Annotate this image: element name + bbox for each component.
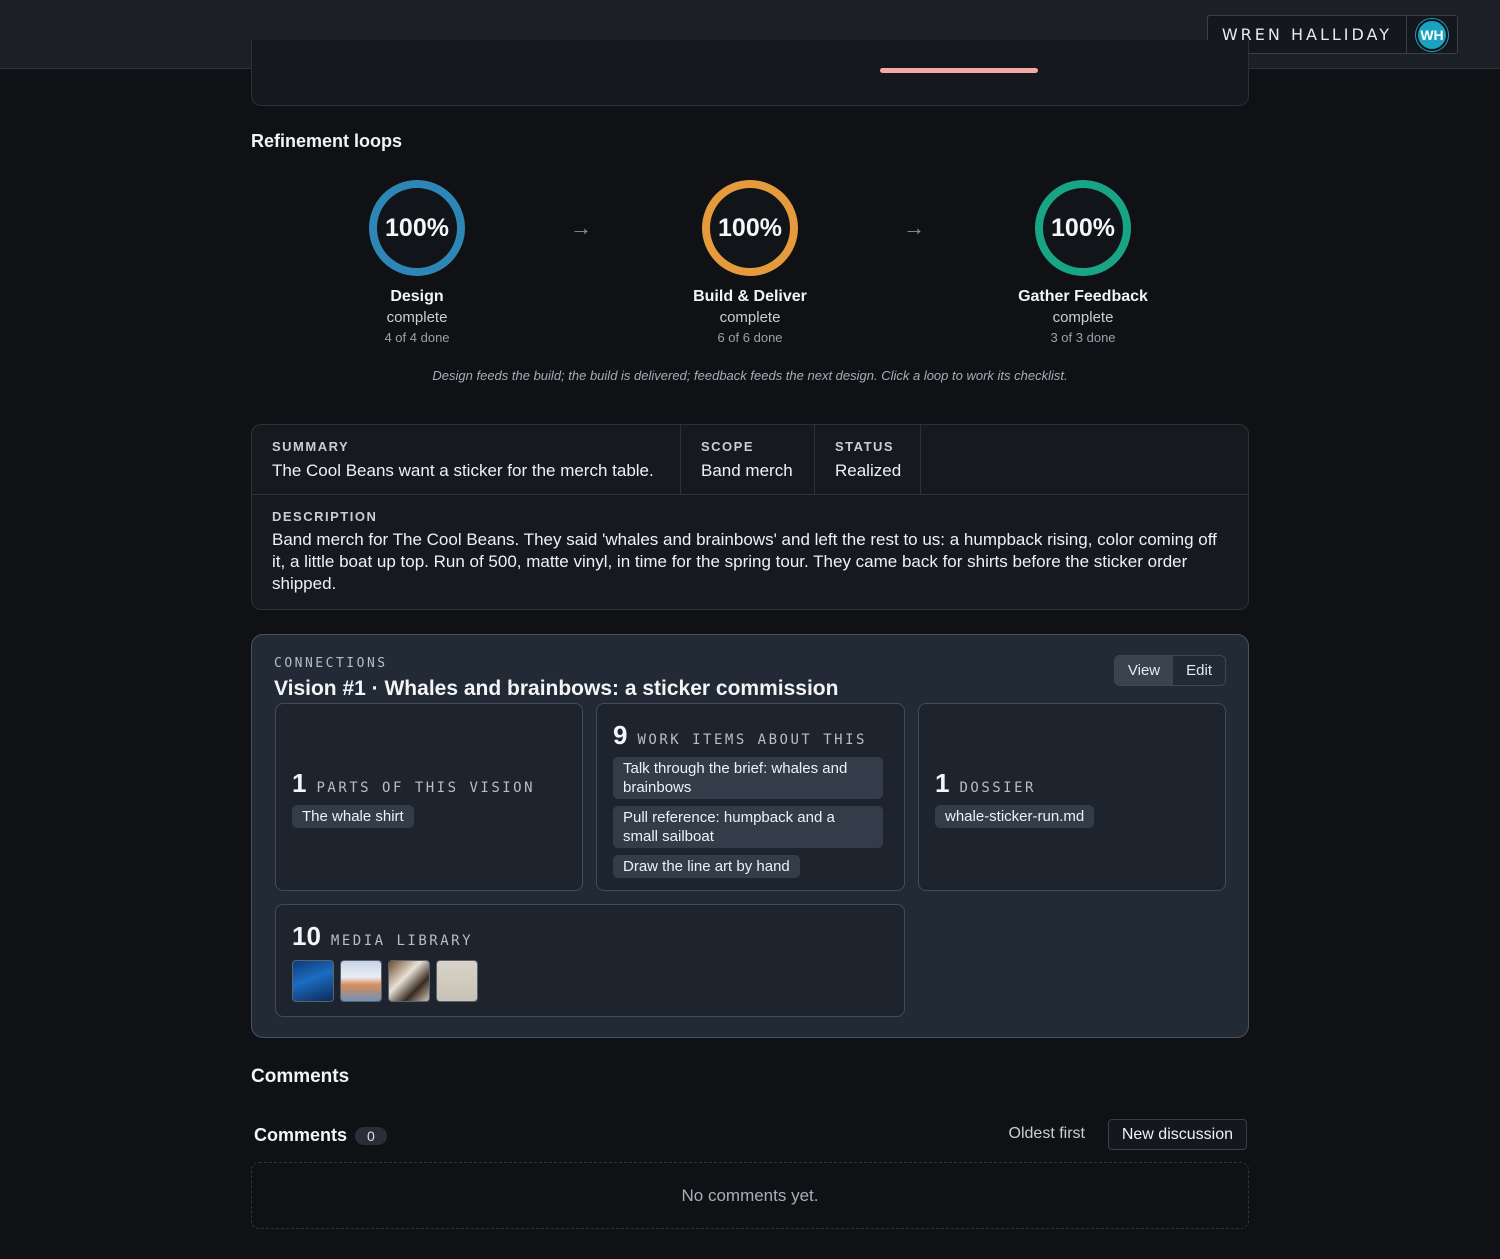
- media-thumbnail[interactable]: [340, 960, 382, 1002]
- vision-title: Vision #1 · Whales and brainbows: a stic…: [274, 677, 839, 700]
- tile-header: 1 PARTS OF THIS VISION: [292, 768, 566, 799]
- work-items-tile[interactable]: 9 WORK ITEMS ABOUT THIS Talk through the…: [596, 703, 905, 891]
- edit-button[interactable]: Edit: [1173, 656, 1225, 685]
- view-button[interactable]: View: [1114, 656, 1174, 685]
- parts-count: 1: [292, 768, 307, 798]
- avatar: WH: [1416, 18, 1448, 51]
- loop-percent: 100%: [1051, 213, 1115, 242]
- progress-ring: 100%: [367, 178, 467, 278]
- work-item-chip[interactable]: Draw the line art by hand: [613, 855, 800, 878]
- status-label: STATUS: [835, 439, 895, 454]
- progress-ring: 100%: [700, 178, 800, 278]
- tile-header: 1 DOSSIER: [935, 768, 1209, 799]
- loop-done-count: 4 of 4 done: [384, 330, 450, 345]
- summary-value: The Cool Beans want a sticker for the me…: [272, 461, 654, 480]
- tile-header: 10 MEDIA LIBRARY: [292, 921, 888, 952]
- dossier-chip[interactable]: whale-sticker-run.md: [935, 805, 1095, 828]
- description-value: Band merch for The Cool Beans. They said…: [272, 530, 1217, 593]
- status-cell: STATUS Realized: [815, 425, 921, 494]
- scope-label: SCOPE: [701, 439, 755, 454]
- loop-name: Design: [390, 288, 444, 305]
- comments-section-title: Comments: [251, 1066, 350, 1087]
- part-chip[interactable]: The whale shirt: [292, 805, 414, 828]
- loop-design[interactable]: 100% Design complete 4 of 4 done: [307, 178, 527, 345]
- comments-header: Comments 0 Oldest first New discussion: [251, 1118, 1249, 1152]
- loop-done-count: 6 of 6 done: [717, 330, 783, 345]
- media-thumbnail[interactable]: [436, 960, 478, 1002]
- connections-panel: CONNECTIONS Vision #1 · Whales and brain…: [251, 634, 1249, 1038]
- tile-header: 9 WORK ITEMS ABOUT THIS: [613, 720, 888, 751]
- media-library-tile[interactable]: 10 MEDIA LIBRARY: [275, 904, 905, 1017]
- loop-percent: 100%: [718, 213, 782, 242]
- summary-label: SUMMARY: [272, 439, 350, 454]
- scope-cell: SCOPE Band merch: [681, 425, 815, 494]
- connections-label: CONNECTIONS: [274, 656, 388, 671]
- loop-build-deliver[interactable]: 100% Build & Deliver complete 6 of 6 don…: [640, 178, 860, 345]
- progress-ring: 100%: [1033, 178, 1133, 278]
- loop-status: complete: [719, 309, 781, 326]
- loop-status: complete: [1052, 309, 1114, 326]
- status-value: Realized: [835, 461, 902, 480]
- loop-name: Build & Deliver: [693, 288, 807, 305]
- refinement-title: Refinement loops: [251, 131, 403, 151]
- loop-status: complete: [386, 309, 448, 326]
- arrow-right-icon: →: [903, 215, 925, 240]
- previous-card: [251, 40, 1249, 106]
- loop-name: Gather Feedback: [1018, 288, 1148, 305]
- work-items-kind: WORK ITEMS ABOUT THIS: [637, 732, 867, 748]
- dossier-tile[interactable]: 1 DOSSIER whale-sticker-run.md: [918, 703, 1226, 891]
- media-thumbnail[interactable]: [388, 960, 430, 1002]
- view-edit-toggle: View Edit: [1113, 655, 1226, 686]
- parts-kind: PARTS OF THIS VISION: [316, 780, 536, 796]
- scope-value: Band merch: [701, 461, 793, 480]
- description-label: DESCRIPTION: [272, 509, 378, 524]
- loop-gather-feedback[interactable]: 100% Gather Feedback complete 3 of 3 don…: [973, 178, 1193, 345]
- media-thumbnails: [292, 960, 888, 1002]
- work-items-count: 9: [613, 720, 628, 750]
- comments-count-badge: 0: [355, 1127, 387, 1145]
- summary-cell: SUMMARY The Cool Beans want a sticker fo…: [252, 425, 681, 494]
- previous-progress-bar: [880, 68, 1038, 73]
- dossier-kind: DOSSIER: [959, 780, 1036, 796]
- comments-title: Comments: [254, 1125, 348, 1145]
- media-kind: MEDIA LIBRARY: [330, 933, 473, 949]
- new-discussion-button[interactable]: New discussion: [1107, 1119, 1247, 1150]
- parts-tile[interactable]: 1 PARTS OF THIS VISION The whale shirt: [275, 703, 583, 891]
- loops-caption: Design feeds the build; the build is del…: [432, 368, 1068, 383]
- loop-done-count: 3 of 3 done: [1050, 330, 1116, 345]
- media-count: 10: [292, 921, 321, 951]
- summary-row: SUMMARY The Cool Beans want a sticker fo…: [252, 425, 1248, 495]
- work-item-chip[interactable]: Talk through the brief: whales and brain…: [613, 757, 883, 799]
- summary-panel: SUMMARY The Cool Beans want a sticker fo…: [251, 424, 1249, 610]
- description-cell: DESCRIPTION Band merch for The Cool Bean…: [252, 495, 1248, 609]
- arrow-right-icon: →: [570, 215, 592, 240]
- sort-toggle[interactable]: Oldest first: [1009, 1125, 1085, 1143]
- dossier-count: 1: [935, 768, 950, 798]
- empty-comments: No comments yet.: [251, 1162, 1249, 1229]
- work-item-chip[interactable]: Pull reference: humpback and a small sai…: [613, 806, 883, 848]
- media-thumbnail[interactable]: [292, 960, 334, 1002]
- loop-percent: 100%: [385, 213, 449, 242]
